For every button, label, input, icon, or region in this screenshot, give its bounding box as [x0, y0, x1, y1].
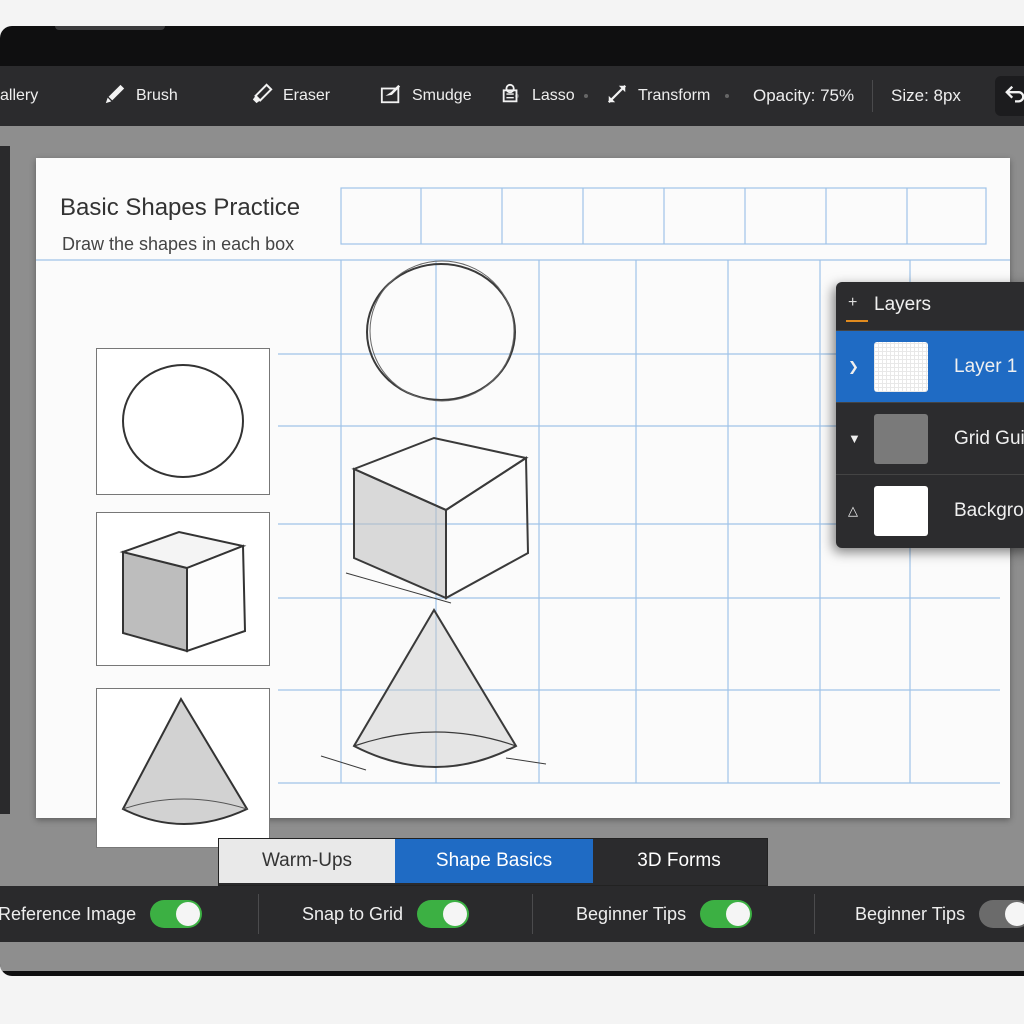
reference-cube-box	[96, 512, 270, 666]
brush-tool-button[interactable]: Brush	[104, 66, 178, 126]
beginner-tips-toggle-2[interactable]	[979, 900, 1024, 928]
bezel	[55, 26, 165, 30]
circle-reference-shape	[122, 364, 244, 478]
eraser-icon	[251, 82, 273, 110]
option-label: Beginner Tips	[855, 903, 966, 924]
layers-header: + Layers	[836, 282, 1024, 330]
tab-warm-ups[interactable]: Warm-Ups	[219, 839, 395, 883]
chevron-right-icon[interactable]: ❯	[848, 359, 859, 375]
opacity-control[interactable]: Opacity: 75%	[753, 66, 854, 126]
toolbar-dot	[584, 94, 588, 98]
layer-name: Grid Gui	[954, 427, 1024, 449]
lasso-icon	[500, 83, 522, 110]
option-label: Snap to Grid	[302, 903, 404, 924]
beginner-tips-option: Beginner Tips	[576, 886, 753, 942]
layer-thumbnail	[874, 342, 928, 392]
eraser-tool-button[interactable]: Eraser	[251, 66, 330, 126]
reference-image-toggle[interactable]	[150, 900, 203, 928]
gallery-button[interactable]: allery	[0, 66, 38, 126]
option-label: Beginner Tips	[576, 903, 687, 924]
layer-name: Layer 1	[954, 355, 1018, 377]
transform-icon	[606, 83, 628, 110]
chevron-down-icon[interactable]: ▼	[848, 431, 861, 446]
left-tool-panel[interactable]	[0, 146, 10, 814]
bottom-divider	[532, 894, 533, 934]
brush-icon	[104, 83, 126, 110]
smudge-label: Smudge	[412, 87, 472, 104]
size-label: Size: 8px	[891, 86, 961, 105]
app-screen: allery Brush Eraser Smudge Lasso Transfo…	[0, 66, 1024, 971]
gallery-label: allery	[0, 87, 39, 104]
layers-title: Layers	[874, 294, 932, 315]
bottom-divider	[258, 894, 259, 934]
smudge-tool-button[interactable]: Smudge	[380, 66, 472, 126]
tab-label: Shape Basics	[435, 850, 553, 871]
layer-item-background[interactable]: △ Backgro	[836, 474, 1024, 546]
bottom-options-bar: Reference Image Snap to Grid Beginner Ti…	[0, 886, 1024, 942]
layer-thumbnail	[874, 486, 928, 536]
top-toolbar: allery Brush Eraser Smudge Lasso Transfo…	[0, 66, 1024, 126]
lesson-tabs: Warm-Ups Shape Basics 3D Forms	[218, 838, 768, 886]
tab-3d-forms[interactable]: 3D Forms	[593, 839, 765, 883]
beginner-tips-toggle[interactable]	[700, 900, 753, 928]
reference-cone-box	[96, 688, 270, 848]
snap-to-grid-option: Snap to Grid	[302, 886, 470, 942]
bottom-divider	[814, 894, 815, 934]
layers-panel[interactable]: + Layers ❯ Layer 1 ▼ Grid Gui △ Backgro	[836, 282, 1024, 548]
reference-circle-box	[96, 348, 270, 495]
eraser-label: Eraser	[283, 87, 331, 104]
toolbar-dot	[725, 94, 729, 98]
cube-reference-shape	[119, 530, 247, 653]
cone-reference-shape	[121, 696, 249, 825]
brush-label: Brush	[136, 87, 178, 104]
tab-label: 3D Forms	[637, 850, 721, 871]
reference-image-option: Reference Image	[0, 886, 203, 942]
chevron-up-icon[interactable]: △	[848, 503, 858, 519]
opacity-label: Opacity: 75%	[753, 86, 855, 105]
layer-thumbnail	[874, 414, 928, 464]
snap-to-grid-toggle[interactable]	[417, 900, 470, 928]
lasso-label: Lasso	[532, 87, 575, 104]
toolbar-divider	[872, 80, 873, 112]
layer-item-grid-guide[interactable]: ▼ Grid Gui	[836, 402, 1024, 474]
smudge-icon	[380, 83, 402, 110]
tablet-device: allery Brush Eraser Smudge Lasso Transfo…	[0, 26, 1024, 976]
add-layer-icon[interactable]: +	[848, 294, 857, 312]
size-control[interactable]: Size: 8px	[891, 66, 961, 126]
layer-name: Backgro	[954, 499, 1024, 521]
layer-item-layer-1[interactable]: ❯ Layer 1	[836, 330, 1024, 402]
option-label: Reference Image	[0, 903, 137, 924]
undo-button[interactable]	[995, 76, 1024, 116]
lasso-tool-button[interactable]: Lasso	[500, 66, 575, 126]
beginner-tips-option-2: Beginner Tips	[855, 886, 1024, 942]
layers-tab-underline	[846, 320, 868, 322]
transform-tool-button[interactable]: Transform	[606, 66, 710, 126]
tab-label: Warm-Ups	[261, 850, 353, 871]
undo-icon	[1004, 83, 1024, 110]
transform-label: Transform	[638, 87, 711, 104]
tab-shape-basics[interactable]: Shape Basics	[395, 839, 593, 883]
